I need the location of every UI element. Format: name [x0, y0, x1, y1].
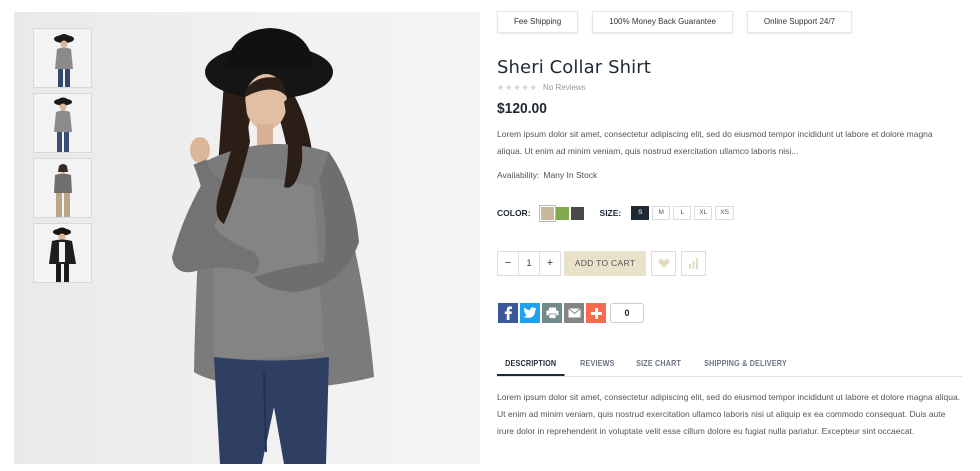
share-count: 0: [610, 303, 644, 323]
availability: Availability: Many In Stock: [497, 170, 597, 180]
thumbnail-1[interactable]: [33, 28, 92, 88]
availability-label: Availability:: [497, 170, 540, 180]
thumbnail-3[interactable]: [33, 158, 92, 218]
tab-description[interactable]: DESCRIPTION: [497, 354, 565, 376]
availability-value: Many In Stock: [543, 170, 598, 180]
size-option-xl[interactable]: XL: [694, 206, 713, 220]
addthis-plus-icon: [590, 307, 602, 319]
more-share-button[interactable]: [586, 303, 606, 323]
color-swatch-dark-gray[interactable]: [570, 206, 584, 220]
heart-icon: [657, 258, 670, 268]
quantity-input[interactable]: 1: [518, 252, 540, 275]
tab-shipping-delivery[interactable]: SHIPPING & DELIVERY: [696, 354, 795, 376]
color-swatch-green[interactable]: [555, 206, 569, 220]
twitter-icon: [523, 307, 537, 318]
cart-row: − 1 + ADD TO CART: [497, 251, 706, 276]
service-badges: Fee Shipping 100% Money Back Guarantee O…: [497, 11, 853, 33]
share-bar: 0: [498, 303, 644, 323]
color-label: COLOR:: [497, 208, 531, 218]
size-option-xs[interactable]: XS: [715, 206, 734, 220]
size-label: SIZE:: [599, 208, 622, 218]
tab-size-chart[interactable]: SIZE CHART: [628, 354, 689, 376]
short-description: Lorem ipsum dolor sit amet, consectetur …: [497, 129, 933, 156]
email-icon: [567, 308, 581, 318]
product-gallery: [14, 12, 480, 464]
twitter-share-button[interactable]: [520, 303, 540, 323]
compare-button[interactable]: [681, 251, 706, 276]
size-option-m[interactable]: M: [652, 206, 671, 220]
thumbnail-2[interactable]: [33, 93, 92, 153]
quantity-stepper: − 1 +: [497, 251, 561, 276]
quantity-decrease-button[interactable]: −: [498, 252, 518, 275]
product-options: COLOR: SIZE: S M L XL XS: [497, 204, 737, 222]
rating-stars: ★★★★★: [497, 83, 538, 92]
size-option-l[interactable]: L: [673, 206, 692, 220]
online-support-badge: Online Support 24/7: [746, 11, 853, 33]
product-price: $120.00: [497, 100, 547, 117]
product-title: Sheri Collar Shirt: [497, 57, 651, 78]
main-product-photo: [172, 28, 374, 464]
add-to-cart-button[interactable]: ADD TO CART: [564, 251, 646, 276]
print-icon: [546, 307, 558, 319]
email-share-button[interactable]: [564, 303, 584, 323]
wishlist-button[interactable]: [651, 251, 676, 276]
product-tabs: DESCRIPTION REVIEWS SIZE CHART SHIPPING …: [497, 354, 962, 377]
facebook-share-button[interactable]: [498, 303, 518, 323]
quantity-increase-button[interactable]: +: [540, 252, 560, 275]
facebook-icon: [504, 306, 512, 320]
free-shipping-badge: Fee Shipping: [497, 11, 579, 33]
tab-description-content: Lorem ipsum dolor sit amet, consectetur …: [497, 392, 961, 436]
money-back-badge: 100% Money Back Guarantee: [592, 11, 733, 33]
bar-chart-icon: [689, 258, 698, 269]
size-option-s[interactable]: S: [631, 206, 650, 220]
tab-reviews[interactable]: REVIEWS: [572, 354, 623, 376]
thumbnail-list: [33, 28, 93, 288]
thumbnail-4[interactable]: [33, 223, 92, 283]
color-swatch-beige[interactable]: [538, 204, 556, 222]
reviews-count-link[interactable]: No Reviews: [543, 83, 586, 92]
print-share-button[interactable]: [542, 303, 562, 323]
